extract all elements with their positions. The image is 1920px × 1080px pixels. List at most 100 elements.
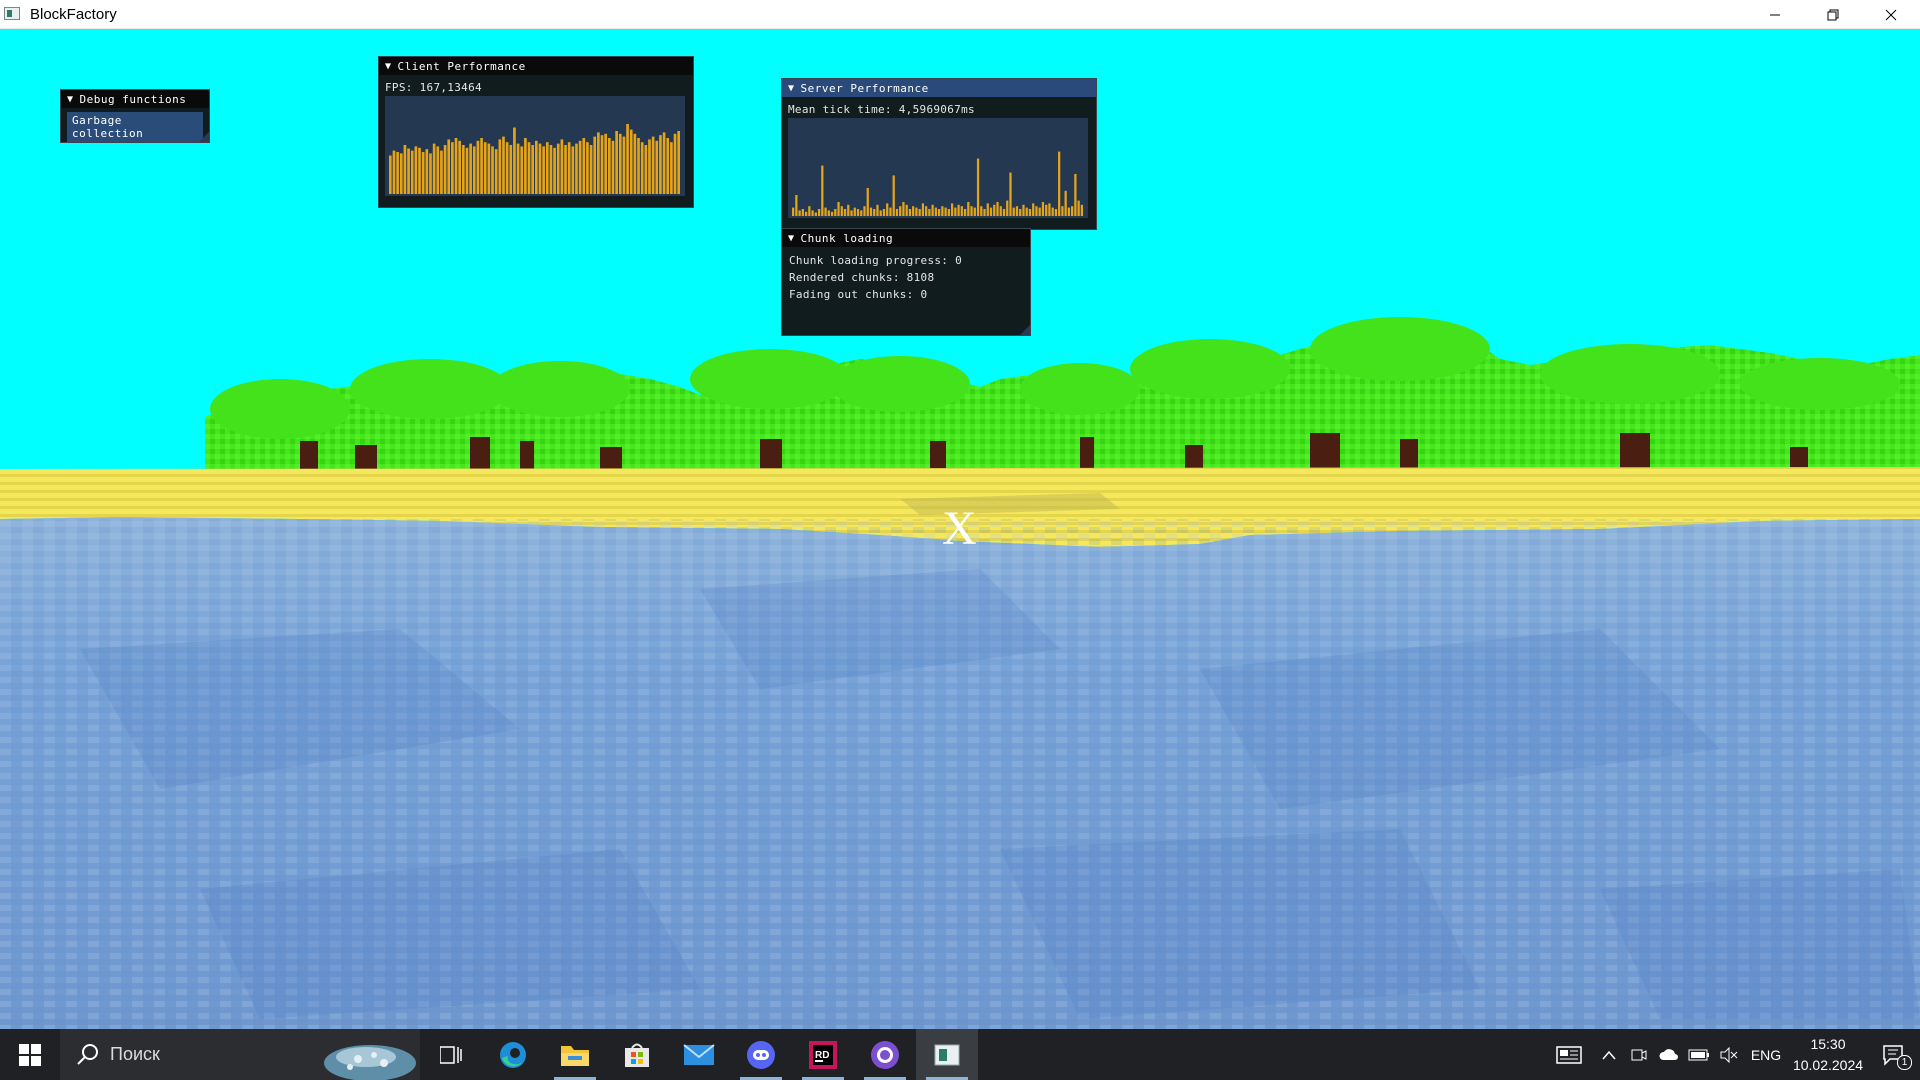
taskbar-app-blockfactory[interactable]: [916, 1029, 978, 1080]
notifications-button[interactable]: 1: [1868, 1029, 1920, 1080]
clock[interactable]: 15:30 10.02.2024: [1788, 1034, 1868, 1076]
taskbar-app-github-desktop[interactable]: [854, 1029, 916, 1080]
server-performance-header[interactable]: ▼ Server Performance: [782, 79, 1096, 97]
tick-bar: [1064, 190, 1067, 216]
client-performance-title: Client Performance: [397, 59, 526, 73]
tick-bar: [853, 207, 856, 216]
taskbar: Поиск RD ENG 15:30 10.02.2024 1: [0, 1029, 1920, 1080]
start-button[interactable]: [0, 1029, 60, 1080]
tick-bar: [1054, 209, 1058, 216]
chevron-up-icon: [1602, 1050, 1616, 1059]
edge-icon: [500, 1041, 526, 1068]
search-label: Поиск: [110, 1044, 160, 1064]
fps-bar: [502, 136, 505, 194]
notification-badge: 1: [1897, 1055, 1912, 1070]
fps-bar: [611, 140, 615, 194]
onedrive-button[interactable]: [1654, 1029, 1684, 1080]
fps-bar: [586, 142, 589, 194]
fps-bar: [414, 146, 418, 194]
fps-bar: [509, 145, 513, 194]
taskbar-app-file-explorer[interactable]: [544, 1029, 606, 1080]
tick-bar: [912, 206, 915, 216]
tick-bar: [830, 211, 834, 216]
fps-bar: [542, 146, 545, 194]
tick-bar: [941, 206, 944, 216]
task-view-button[interactable]: [420, 1029, 482, 1080]
fps-histogram[interactable]: [385, 96, 685, 196]
tick-bar: [954, 207, 957, 216]
fps-bar: [593, 136, 597, 194]
chunk-loading-header[interactable]: ▼ Chunk loading: [782, 229, 1030, 247]
debug-functions-window: ▼ Debug functions Garbage collection: [60, 89, 210, 143]
tick-bar: [908, 209, 912, 216]
tick-bar: [1035, 206, 1038, 216]
window-titlebar: BlockFactory: [0, 0, 1920, 29]
tick-bar: [973, 207, 976, 216]
taskbar-app-edge[interactable]: [482, 1029, 544, 1080]
fps-bar: [655, 140, 659, 194]
tick-bar: [902, 202, 905, 216]
fps-bar: [618, 133, 622, 194]
close-icon: [1885, 9, 1897, 20]
taskbar-app-rider[interactable]: RD: [792, 1029, 854, 1080]
news-widget-button[interactable]: [1544, 1029, 1594, 1080]
rider-icon: RD: [809, 1040, 837, 1069]
store-icon: [625, 1043, 649, 1067]
tick-bar: [938, 209, 941, 216]
search-box[interactable]: Поиск: [60, 1029, 420, 1080]
system-tray: ENG 15:30 10.02.2024 1: [1544, 1029, 1920, 1080]
task-view-icon: [440, 1045, 462, 1064]
fps-bar: [651, 136, 655, 194]
tick-bar: [986, 203, 989, 216]
fps-bar: [673, 133, 677, 194]
tick-bar: [863, 206, 866, 216]
fps-bar: [524, 138, 527, 194]
volume-button[interactable]: [1714, 1029, 1744, 1080]
tick-bar: [918, 209, 921, 216]
fps-bar: [589, 145, 593, 194]
client-performance-header[interactable]: ▼ Client Performance: [379, 57, 693, 75]
fps-bar: [491, 146, 494, 194]
close-button[interactable]: [1862, 0, 1920, 29]
taskbar-app-discord[interactable]: [730, 1029, 792, 1080]
fps-bar: [553, 147, 556, 194]
debug-functions-header[interactable]: ▼ Debug functions: [61, 90, 209, 108]
resize-grip[interactable]: [199, 132, 209, 142]
fps-bar: [425, 149, 429, 194]
tick-bar: [1045, 204, 1048, 216]
news-icon: [1556, 1045, 1582, 1064]
fps-bar: [578, 140, 582, 194]
tick-bar: [931, 204, 934, 216]
tick-bar: [1028, 209, 1032, 216]
tick-bar: [970, 206, 973, 216]
tick-bar: [1067, 207, 1071, 216]
tick-bar: [889, 207, 892, 216]
fps-bar: [564, 145, 567, 194]
battery-button[interactable]: [1684, 1029, 1714, 1080]
tick-bar: [837, 202, 840, 216]
game-viewport[interactable]: X ▼ Debug functions Garbage collection ▼…: [0, 29, 1920, 1029]
client-performance-window: ▼ Client Performance FPS: 167,13464: [378, 56, 694, 208]
tick-bar: [1015, 206, 1019, 216]
tick-time-readout: Mean tick time: 4,5969067ms: [788, 103, 975, 116]
meet-now-button[interactable]: [1624, 1029, 1654, 1080]
tick-bar: [882, 209, 886, 216]
resize-grip[interactable]: [1020, 325, 1030, 335]
tick-bar: [1041, 202, 1045, 216]
garbage-collection-button[interactable]: Garbage collection: [67, 112, 203, 142]
tick-bar: [804, 211, 808, 216]
restore-button[interactable]: [1804, 0, 1862, 29]
language-indicator[interactable]: ENG: [1744, 1029, 1788, 1080]
fps-bar: [629, 129, 633, 194]
minimize-button[interactable]: [1746, 0, 1804, 29]
tick-bar: [1038, 207, 1041, 216]
fps-bar: [582, 138, 586, 194]
tick-bar: [847, 204, 850, 216]
taskbar-app-store[interactable]: [606, 1029, 668, 1080]
show-hidden-icons-button[interactable]: [1594, 1029, 1624, 1080]
taskbar-app-mail[interactable]: [668, 1029, 730, 1080]
fps-bar: [535, 140, 538, 194]
clock-time: 15:30: [1810, 1035, 1846, 1052]
fps-bar: [462, 145, 465, 194]
tick-time-histogram[interactable]: [788, 118, 1088, 218]
